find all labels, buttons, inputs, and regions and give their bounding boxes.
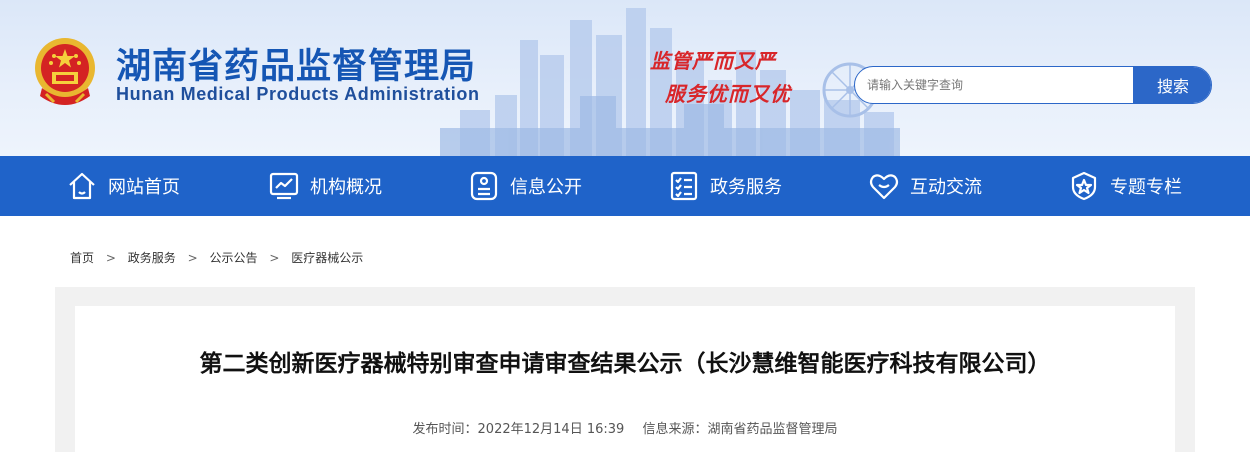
site-header: 湖南省药品监督管理局 Hunan Medical Products Admini… (0, 0, 1250, 156)
breadcrumb-services[interactable]: 政务服务 (128, 251, 176, 265)
slogan-line-2: 服务优而又优 (665, 82, 791, 106)
heart-hands-icon (869, 174, 899, 200)
checklist-icon (670, 171, 698, 201)
breadcrumb-separator: > (269, 251, 280, 265)
article-meta: 发布时间：2022年12月14日 16:39 信息来源：湖南省药品监督管理局 (75, 418, 1175, 437)
info-source: 信息来源：湖南省药品监督管理局 (642, 422, 838, 437)
star-shield-icon (1071, 171, 1097, 201)
breadcrumb: 首页 > 政务服务 > 公示公告 > 医疗器械公示 (70, 249, 363, 266)
site-subtitle: Hunan Medical Products Administration (116, 84, 480, 104)
national-emblem-icon (35, 38, 95, 105)
article-title: 第二类创新医疗器械特别审查申请审查结果公示（长沙慧维智能医疗科技有限公司） (199, 351, 1051, 377)
nav-label: 政务服务 (710, 177, 782, 198)
nav-label: 信息公开 (510, 177, 582, 198)
nav-item-special[interactable]: 专题专栏 (1068, 156, 1182, 216)
nav-item-home[interactable]: 网站首页 (66, 156, 180, 216)
nav-item-about[interactable]: 机构概况 (268, 156, 382, 216)
breadcrumb-separator: > (105, 251, 116, 265)
nav-item-info-public[interactable]: 信息公开 (468, 156, 582, 216)
nav-label: 机构概况 (310, 177, 382, 198)
breadcrumb-home[interactable]: 首页 (70, 251, 94, 265)
search-button[interactable]: 搜索 (1133, 67, 1211, 103)
nav-item-interaction[interactable]: 互动交流 (868, 156, 982, 216)
search-input[interactable] (855, 67, 1133, 103)
home-icon (69, 172, 95, 200)
breadcrumb-device-notices[interactable]: 医疗器械公示 (291, 251, 363, 265)
main-nav: 网站首页 机构概况 信息公开 政务服务 互动交流 专题专栏 (0, 156, 1250, 216)
site-title[interactable]: 湖南省药品监督管理局 (116, 38, 476, 89)
info-card-icon (470, 171, 498, 201)
nav-label: 网站首页 (108, 177, 180, 198)
search-box: 搜索 (854, 66, 1212, 104)
nav-item-services[interactable]: 政务服务 (668, 156, 782, 216)
breadcrumb-announcements[interactable]: 公示公告 (209, 251, 257, 265)
slogan-line-1: 监管严而又严 (650, 49, 776, 73)
nav-label: 专题专栏 (1110, 177, 1182, 198)
publish-time: 发布时间：2022年12月14日 16:39 (412, 422, 625, 437)
article-card: 第二类创新医疗器械特别审查申请审查结果公示（长沙慧维智能医疗科技有限公司） 发布… (75, 306, 1175, 452)
chart-monitor-icon (269, 172, 299, 200)
nav-label: 互动交流 (910, 177, 982, 198)
breadcrumb-separator: > (187, 251, 198, 265)
